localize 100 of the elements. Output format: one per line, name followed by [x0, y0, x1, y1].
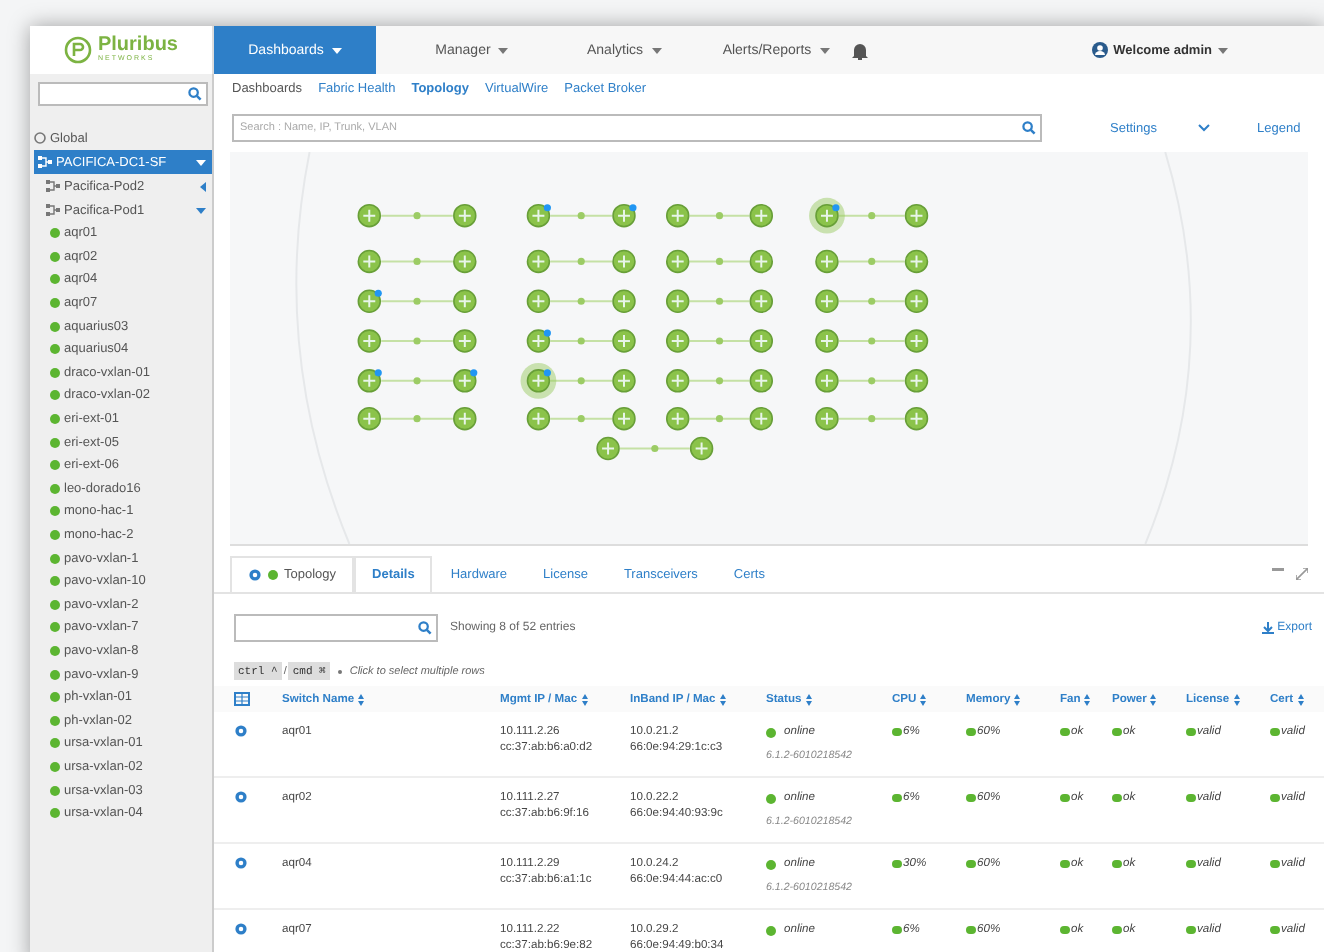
gear-icon[interactable] [234, 724, 248, 738]
switch-node[interactable] [453, 203, 477, 228]
switch-node[interactable] [357, 249, 382, 274]
switch-node[interactable] [749, 369, 774, 393]
status-dot-icon [50, 576, 60, 587]
switch-node[interactable] [357, 369, 382, 393]
link-line [837, 415, 906, 423]
switch-node[interactable] [665, 369, 690, 393]
link-line [549, 257, 614, 265]
switch-node[interactable] [665, 289, 690, 313]
gear-icon[interactable] [248, 568, 262, 582]
status-dot-icon [1270, 859, 1279, 869]
gear-icon[interactable] [234, 922, 248, 936]
status-dot-icon [50, 669, 60, 680]
sort-icon[interactable] [1014, 693, 1021, 705]
download-icon [1261, 622, 1274, 634]
switch-node[interactable] [904, 369, 929, 393]
status-dot-icon [1060, 859, 1069, 869]
link-line [688, 212, 751, 220]
switch-node[interactable] [904, 249, 929, 274]
switch-node[interactable] [665, 249, 690, 274]
sort-icon[interactable] [1084, 693, 1091, 705]
sort-icon[interactable] [581, 693, 588, 705]
status-dot-icon [50, 390, 60, 401]
switch-node[interactable] [357, 329, 382, 353]
switch-node[interactable] [665, 329, 690, 353]
switch-node[interactable] [815, 329, 839, 353]
sort-icon[interactable] [1233, 693, 1240, 705]
switch-node[interactable] [904, 406, 929, 431]
status-dot-icon [1186, 859, 1195, 869]
switch-node[interactable] [749, 406, 774, 431]
minimize-icon[interactable] [1272, 567, 1284, 571]
search-field[interactable] [38, 82, 208, 106]
switch-node[interactable] [526, 329, 551, 353]
switch-node[interactable] [357, 289, 382, 313]
switch-node[interactable] [689, 436, 714, 461]
switch-node[interactable] [453, 249, 477, 274]
switch-node[interactable] [612, 249, 636, 274]
switch-node[interactable] [526, 203, 551, 228]
status-dot-icon [50, 692, 60, 703]
link-line [837, 212, 906, 220]
sort-icon[interactable] [1150, 693, 1157, 705]
link-line [380, 415, 454, 423]
switch-node[interactable] [453, 406, 477, 431]
switch-node[interactable] [520, 362, 557, 399]
status-dot-icon [50, 622, 60, 633]
switch-node[interactable] [815, 369, 839, 393]
switch-node[interactable] [815, 406, 839, 431]
chevron-down-icon[interactable] [1197, 124, 1209, 132]
caret-icon [651, 47, 661, 53]
switch-node[interactable] [526, 406, 551, 431]
switch-node[interactable] [526, 289, 551, 313]
network-icon [46, 180, 60, 192]
switch-node[interactable] [357, 406, 382, 431]
switch-node[interactable] [453, 329, 477, 353]
switch-node[interactable] [612, 329, 636, 353]
caret-icon [498, 47, 509, 53]
switch-node[interactable] [596, 436, 620, 461]
switch-node[interactable] [612, 203, 637, 228]
gear-icon[interactable] [234, 856, 248, 870]
columns-icon[interactable] [234, 692, 250, 706]
switch-node[interactable] [749, 249, 774, 274]
caret-icon [196, 159, 206, 165]
search-icon [188, 87, 202, 101]
switch-node[interactable] [904, 329, 929, 353]
switch-node[interactable] [665, 203, 690, 228]
switch-node[interactable] [453, 289, 477, 313]
search-field[interactable] [234, 614, 438, 642]
globe-icon [34, 132, 46, 144]
sort-icon[interactable] [719, 693, 726, 705]
caret-down-icon [196, 207, 206, 213]
switch-node[interactable] [809, 197, 845, 234]
switch-node[interactable] [749, 203, 774, 228]
switch-node[interactable] [904, 203, 929, 228]
sort-icon[interactable] [1297, 693, 1304, 705]
switch-node[interactable] [749, 289, 774, 313]
switch-node[interactable] [749, 329, 774, 353]
link-line [688, 337, 751, 345]
switch-node[interactable] [453, 369, 478, 393]
switch-node[interactable] [815, 289, 839, 313]
bell-icon[interactable] [852, 41, 868, 59]
expand-icon[interactable] [1296, 567, 1308, 579]
status-dot-icon [766, 793, 776, 803]
sort-icon[interactable] [805, 693, 812, 705]
status-dot-icon [966, 859, 975, 869]
status-dot-icon [966, 793, 975, 803]
gear-icon[interactable] [234, 790, 248, 804]
link-line [688, 257, 751, 265]
switch-node[interactable] [612, 369, 636, 393]
switch-node[interactable] [904, 289, 929, 313]
status-dot-icon [50, 483, 60, 494]
switch-node[interactable] [526, 249, 551, 274]
switch-node[interactable] [612, 406, 636, 431]
sort-icon[interactable] [920, 693, 927, 705]
sort-icon[interactable] [358, 693, 365, 705]
switch-node[interactable] [815, 249, 839, 274]
switch-node[interactable] [357, 203, 382, 228]
switch-node[interactable] [612, 289, 636, 313]
link-line [549, 415, 614, 423]
switch-node[interactable] [665, 406, 690, 431]
